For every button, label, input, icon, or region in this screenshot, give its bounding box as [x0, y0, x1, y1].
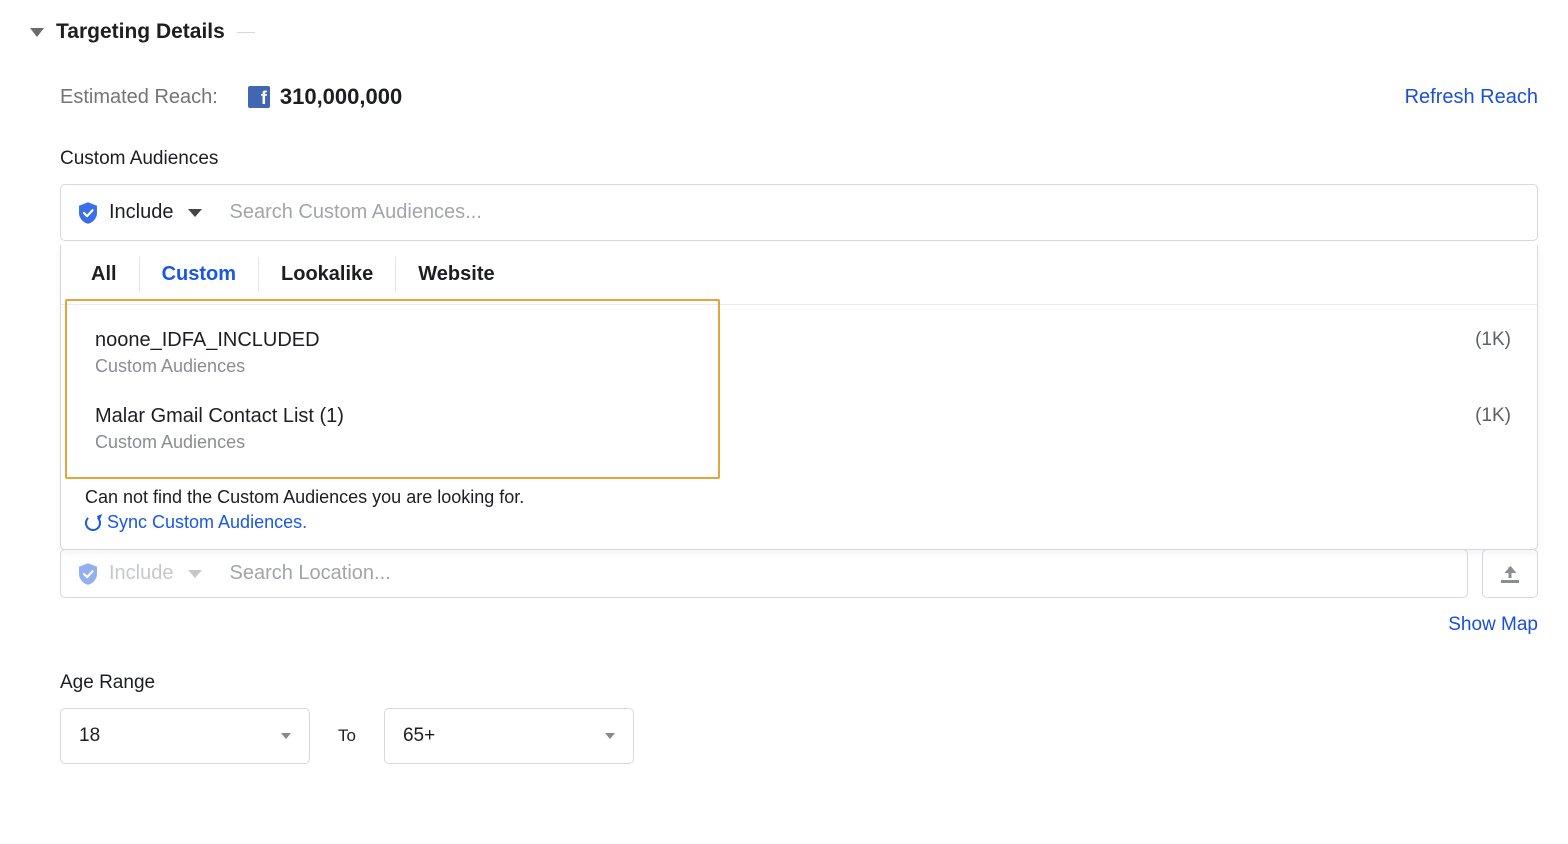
reach-row: Estimated Reach: f 310,000,000 Refresh R… — [60, 84, 1538, 110]
audience-name: noone_IDFA_INCLUDED — [95, 329, 320, 352]
age-from-select[interactable]: 18 — [60, 708, 310, 764]
section-title: Targeting Details — [56, 20, 225, 44]
audience-count: (1K) — [1475, 329, 1511, 351]
refresh-icon — [85, 515, 101, 531]
audience-name: Malar Gmail Contact List (1) — [95, 405, 344, 428]
location-input-row: Include — [60, 549, 1468, 598]
age-from-value: 18 — [79, 725, 100, 747]
location-row: Include — [60, 549, 1538, 598]
section-header[interactable]: Targeting Details — [30, 20, 1538, 44]
tab-custom[interactable]: Custom — [140, 257, 259, 292]
cannot-find-section: Can not find the Custom Audiences you ar… — [61, 483, 1537, 549]
audience-dropdown: All Custom Lookalike Website noone_IDFA_… — [60, 245, 1538, 550]
include-label: Include — [109, 562, 174, 585]
tab-lookalike[interactable]: Lookalike — [259, 257, 396, 292]
age-to-select[interactable]: 65+ — [384, 708, 634, 764]
show-map-link[interactable]: Show Map — [1448, 614, 1538, 636]
audience-item[interactable]: Malar Gmail Contact List (1) Custom Audi… — [95, 395, 1517, 471]
shield-icon — [79, 563, 97, 585]
sync-audiences-link[interactable]: Sync Custom Audiences. — [85, 512, 1517, 533]
custom-audiences-label: Custom Audiences — [60, 148, 1538, 170]
audience-list: noone_IDFA_INCLUDED Custom Audiences (1K… — [61, 305, 1537, 483]
reach-label: Estimated Reach: — [60, 86, 218, 109]
audience-item[interactable]: noone_IDFA_INCLUDED Custom Audiences (1K… — [95, 319, 1517, 395]
cannot-find-text: Can not find the Custom Audiences you ar… — [85, 487, 1517, 508]
chevron-down-icon — [188, 209, 202, 217]
refresh-reach-link[interactable]: Refresh Reach — [1405, 86, 1538, 109]
tab-all[interactable]: All — [69, 257, 140, 292]
location-include-select[interactable]: Include — [109, 562, 202, 585]
audience-type: Custom Audiences — [95, 432, 344, 453]
audience-tabs: All Custom Lookalike Website — [61, 245, 1537, 305]
audience-type: Custom Audiences — [95, 356, 320, 377]
tab-website[interactable]: Website — [396, 257, 516, 292]
include-label: Include — [109, 201, 174, 224]
chevron-down-icon — [605, 733, 615, 739]
chevron-down-icon — [281, 733, 291, 739]
include-select[interactable]: Include — [109, 201, 202, 224]
sync-link-text: Sync Custom Audiences. — [107, 512, 307, 533]
facebook-icon: f — [248, 86, 270, 108]
location-search-input[interactable] — [230, 562, 1450, 585]
chevron-down-icon — [188, 570, 202, 578]
audience-count: (1K) — [1475, 405, 1511, 427]
shield-icon — [79, 202, 97, 224]
age-row: 18 To 65+ — [60, 708, 1538, 764]
custom-audience-search-input[interactable] — [230, 201, 1520, 224]
section-divider — [237, 32, 255, 33]
age-range-label: Age Range — [60, 672, 1538, 694]
reach-value: 310,000,000 — [280, 84, 402, 110]
age-to-label: To — [338, 726, 356, 746]
custom-audiences-input-row: Include — [60, 184, 1538, 241]
upload-button[interactable] — [1482, 549, 1538, 598]
upload-icon — [1501, 565, 1519, 583]
age-to-value: 65+ — [403, 725, 435, 747]
collapse-icon — [30, 28, 44, 37]
